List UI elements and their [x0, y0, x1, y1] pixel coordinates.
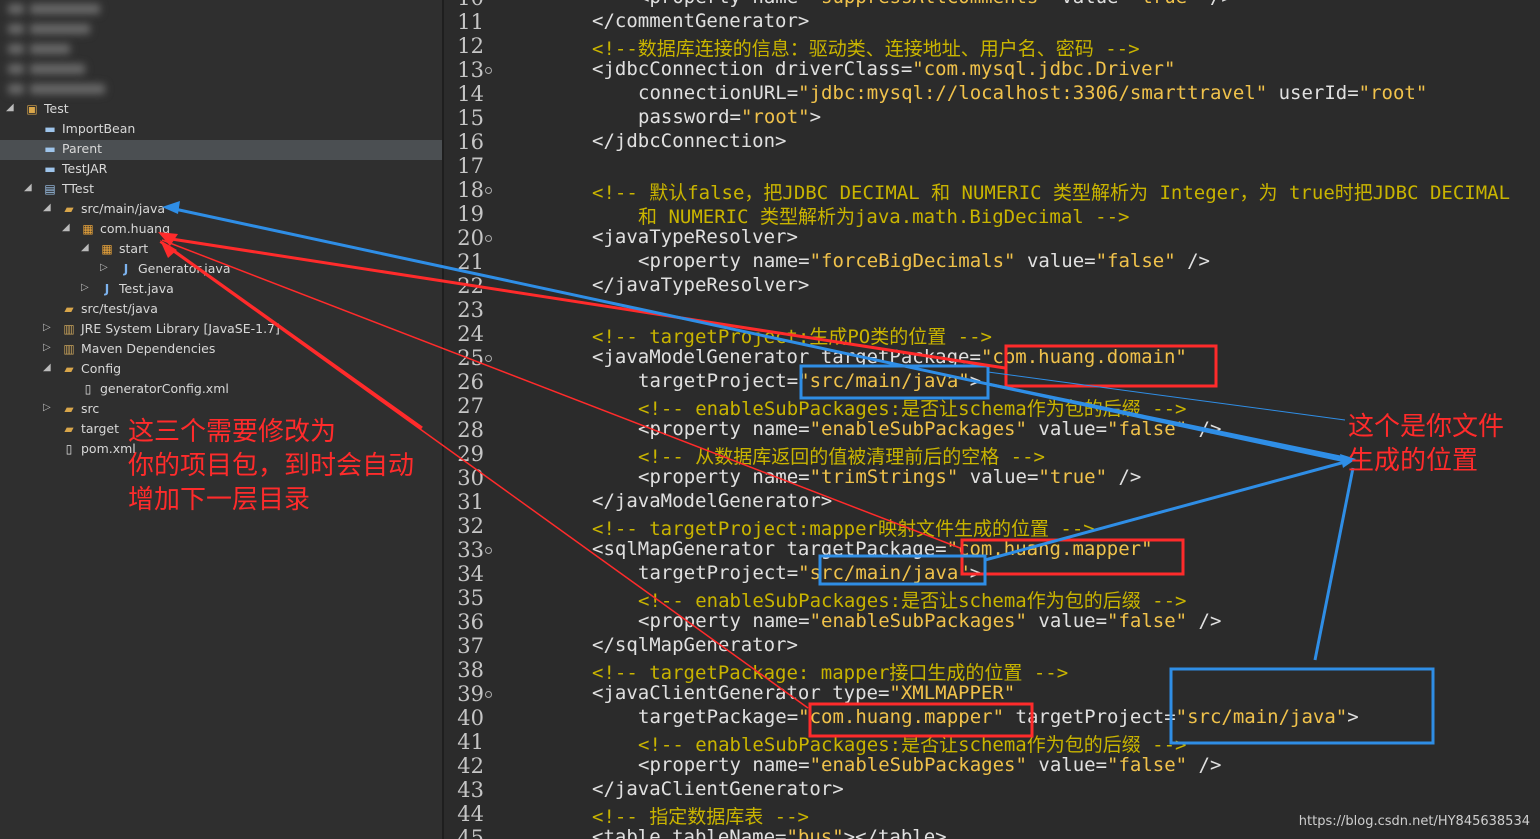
left-annotation-line: 你的项目包，到时会自动	[128, 451, 415, 481]
blue-box-client-project	[1169, 667, 1435, 745]
blue-arrow-line	[987, 382, 1346, 460]
blue-box-model-project	[799, 364, 990, 400]
blue-box-sqlmap-project	[818, 554, 987, 586]
red-box-client-package	[808, 702, 1034, 738]
red-arrow-line	[164, 236, 1006, 370]
blue-arrow-line	[984, 460, 1346, 562]
blue-arrow-line	[1313, 467, 1355, 661]
blue-arrowhead	[162, 201, 180, 214]
right-annotation-line: 生成的位置	[1348, 446, 1479, 476]
red-box-domain	[1004, 344, 1218, 388]
right-annotation: 这个是你文件 生成的位置	[1348, 410, 1504, 478]
watermark: https://blog.csdn.net/HY845638534	[1298, 814, 1530, 829]
left-annotation-line: 这三个需要修改为	[128, 417, 337, 447]
left-annotation-line: 增加下一层目录	[128, 485, 311, 515]
left-annotation: 这三个需要修改为 你的项目包，到时会自动 增加下一层目录	[128, 415, 414, 517]
right-annotation-line: 这个是你文件	[1348, 412, 1505, 442]
